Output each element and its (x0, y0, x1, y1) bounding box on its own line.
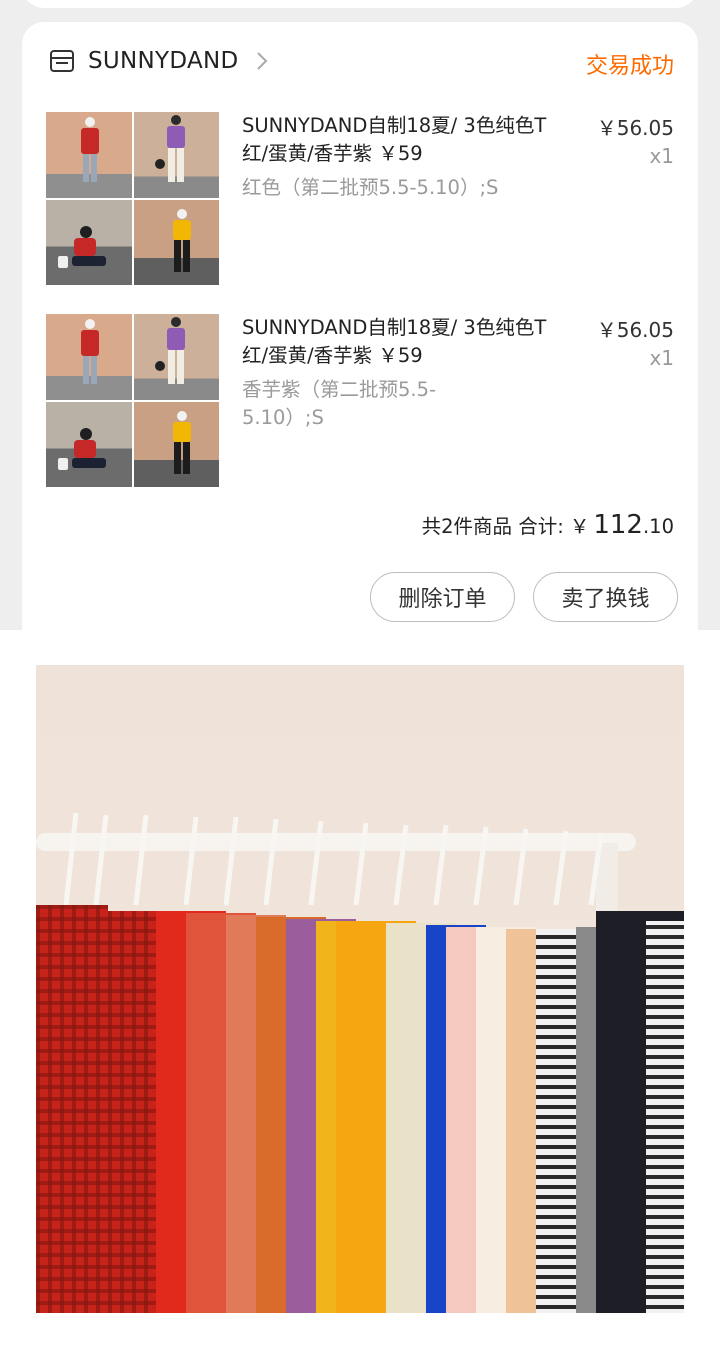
product-title[interactable]: SUNNYDAND自制18夏/ 3色纯色T 红/蛋黄/香芋紫 ￥59 (242, 112, 572, 168)
thumbnail-photo-yellow (133, 199, 219, 285)
thumbnail-photo-sitting (46, 401, 132, 487)
thumbnail-photo-purple (133, 314, 219, 400)
product-price: ￥56.05 (596, 116, 674, 140)
order-card[interactable]: SUNNYDAND 交易成功 SUNNYDAND自制18夏/ 3色纯色T 红/蛋… (22, 22, 698, 630)
product-spec: 红色（第二批预5.5-5.10）;S (242, 176, 499, 199)
sell-item-button[interactable]: 卖了换钱 (533, 572, 678, 622)
order-item[interactable]: SUNNYDAND自制18夏/ 3色纯色T 红/蛋黄/香芋紫 ￥59 香芋紫（第… (46, 314, 674, 488)
total-integer: 112 (593, 510, 643, 540)
product-spec: 香芋紫（第二批预5.5-5.10）;S (242, 378, 437, 429)
product-quantity: x1 (649, 346, 674, 370)
order-total: 共2件商品 合计: ￥ 112 .10 (422, 510, 674, 540)
shop-name[interactable]: SUNNYDAND (88, 48, 239, 74)
product-quantity: x1 (649, 144, 674, 168)
total-decimal: .10 (642, 515, 674, 538)
total-currency: ￥ (569, 515, 590, 538)
clothing-rack-photo (36, 665, 684, 1313)
product-price: ￥56.05 (596, 318, 674, 342)
product-title[interactable]: SUNNYDAND自制18夏/ 3色纯色T 红/蛋黄/香芋紫 ￥59 (242, 314, 572, 370)
product-thumbnail[interactable] (46, 112, 219, 285)
product-thumbnail[interactable] (46, 314, 219, 487)
thumbnail-photo-purple (133, 112, 219, 198)
previous-order-card (22, 0, 698, 8)
order-item[interactable]: SUNNYDAND自制18夏/ 3色纯色T 红/蛋黄/香芋紫 ￥59 红色（第二… (46, 112, 674, 286)
order-status: 交易成功 (585, 54, 674, 79)
thumbnail-photo-red (46, 314, 132, 400)
thumbnail-photo-red (46, 112, 132, 198)
thumbnail-photo-yellow (133, 401, 219, 487)
thumbnail-photo-sitting (46, 199, 132, 285)
total-label: 共2件商品 合计: (421, 515, 564, 538)
store-icon (50, 50, 74, 72)
delete-order-button[interactable]: 删除订单 (370, 572, 515, 622)
chevron-right-icon (256, 52, 267, 70)
shop-header[interactable]: SUNNYDAND (48, 46, 269, 76)
